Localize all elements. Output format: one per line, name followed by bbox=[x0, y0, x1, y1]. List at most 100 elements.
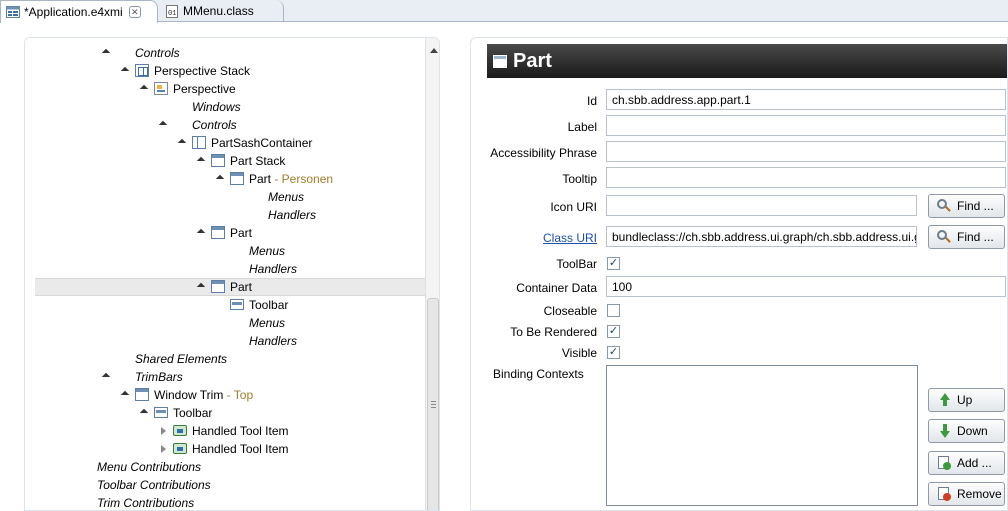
toolbar-checkbox[interactable]: ✓ bbox=[607, 257, 620, 270]
toolbar-icon bbox=[154, 407, 168, 418]
perspective-stack-icon bbox=[135, 64, 149, 77]
tree-row[interactable]: Handlers bbox=[25, 260, 425, 278]
close-icon[interactable]: ✕ bbox=[128, 6, 141, 18]
closeable-checkbox[interactable] bbox=[607, 304, 620, 317]
accessibility-field[interactable] bbox=[606, 141, 1006, 162]
label-label: Label bbox=[567, 120, 597, 134]
expand-twisty-icon[interactable] bbox=[141, 409, 149, 417]
tab-mmenu-class[interactable]: 01 MMenu.class bbox=[160, 0, 284, 22]
toolbar-icon bbox=[230, 299, 244, 310]
tree-row[interactable]: Part - Personen bbox=[25, 170, 425, 188]
find-class-button[interactable]: Find ... bbox=[928, 225, 1005, 249]
id-field[interactable]: ch.sbb.address.app.part.1 bbox=[606, 89, 1006, 110]
tree-row[interactable]: Window Trim - Top bbox=[25, 386, 425, 404]
binding-contexts-label: Binding Contexts bbox=[493, 367, 584, 381]
add-button[interactable]: Add ... bbox=[928, 451, 1005, 475]
tree-row[interactable]: Controls bbox=[25, 116, 425, 134]
page-title: Part bbox=[513, 49, 552, 72]
expand-twisty-icon[interactable] bbox=[160, 121, 168, 129]
grip-icon bbox=[431, 401, 436, 408]
tree-row[interactable]: Perspective bbox=[25, 80, 425, 98]
to-be-rendered-checkbox[interactable]: ✓ bbox=[607, 325, 620, 338]
expand-twisty-icon[interactable] bbox=[198, 229, 206, 237]
perspective-icon bbox=[154, 82, 168, 95]
part-icon bbox=[230, 172, 244, 185]
container-data-field[interactable]: 100 bbox=[606, 276, 1006, 297]
part-icon bbox=[211, 280, 225, 293]
collapse-twisty-icon[interactable] bbox=[160, 427, 168, 435]
find-icon-button[interactable]: Find ... bbox=[928, 194, 1005, 218]
tooltip-field[interactable] bbox=[606, 167, 1006, 188]
closeable-label: Closeable bbox=[543, 304, 597, 318]
tab-application-e4xmi[interactable]: *Application.e4xmi ✕ bbox=[0, 0, 158, 23]
tree-row[interactable]: Windows bbox=[25, 98, 425, 116]
up-button[interactable]: Up bbox=[928, 388, 1005, 412]
tree-row[interactable]: Handled Tool Item bbox=[25, 422, 425, 440]
id-label: Id bbox=[586, 94, 597, 108]
class-uri-field[interactable]: bundleclass://ch.sbb.address.ui.graph/ch… bbox=[606, 226, 917, 247]
remove-button[interactable]: Remove bbox=[928, 482, 1005, 506]
scroll-up-arrow-icon[interactable] bbox=[430, 48, 438, 53]
tree-row[interactable]: Toolbar bbox=[25, 404, 425, 422]
expand-twisty-icon[interactable] bbox=[141, 85, 149, 93]
tree-row[interactable]: Menu Contributions bbox=[25, 458, 425, 476]
tree-row[interactable]: Controls bbox=[25, 44, 425, 62]
expand-twisty-icon[interactable] bbox=[217, 175, 225, 183]
tree-row[interactable]: Part Stack bbox=[25, 152, 425, 170]
part-icon bbox=[493, 54, 507, 68]
trim-side-suffix: - Top bbox=[223, 388, 254, 402]
expand-twisty-icon[interactable] bbox=[103, 49, 111, 57]
handled-tool-item-icon bbox=[173, 443, 187, 454]
to-be-rendered-label: To Be Rendered bbox=[510, 325, 597, 339]
tree-row[interactable]: Menus bbox=[25, 242, 425, 260]
toolbar-label: ToolBar bbox=[556, 257, 597, 271]
expand-twisty-icon[interactable] bbox=[122, 67, 130, 75]
tree-row-selected[interactable]: Part bbox=[35, 278, 425, 296]
e4xmi-file-icon bbox=[6, 6, 20, 18]
tab-label: MMenu.class bbox=[183, 4, 254, 18]
expand-twisty-icon[interactable] bbox=[179, 139, 187, 147]
tree-row[interactable]: Toolbar Contributions bbox=[25, 476, 425, 494]
tooltip-label: Tooltip bbox=[562, 172, 597, 186]
icon-uri-label: Icon URI bbox=[550, 200, 597, 214]
binding-contexts-list[interactable] bbox=[606, 365, 918, 506]
scrollbar-thumb[interactable] bbox=[427, 298, 439, 510]
class-uri-link[interactable]: Class URI bbox=[471, 231, 597, 245]
handled-tool-item-icon bbox=[173, 425, 187, 436]
expand-twisty-icon[interactable] bbox=[103, 373, 111, 381]
tree-row[interactable]: Part bbox=[25, 224, 425, 242]
search-icon bbox=[937, 199, 951, 213]
part-stack-icon bbox=[211, 154, 225, 167]
model-tree: Controls Perspective Stack Perspective W… bbox=[25, 38, 425, 510]
tree-row[interactable]: Handlers bbox=[25, 332, 425, 350]
down-button[interactable]: Down bbox=[928, 419, 1005, 443]
tab-label: *Application.e4xmi bbox=[24, 5, 123, 19]
tree-row[interactable]: Handled Tool Item bbox=[25, 440, 425, 458]
tree-scrollbar[interactable] bbox=[425, 38, 439, 510]
label-field[interactable] bbox=[606, 115, 1006, 136]
tree-row[interactable]: Toolbar bbox=[25, 296, 425, 314]
search-icon bbox=[937, 230, 951, 244]
tree-row[interactable]: Handlers bbox=[25, 206, 425, 224]
tree-row[interactable]: TrimBars bbox=[25, 368, 425, 386]
accessibility-label: Accessibility Phrase bbox=[490, 146, 597, 160]
part-icon bbox=[211, 226, 225, 239]
visible-checkbox[interactable]: ✓ bbox=[607, 346, 620, 359]
tree-row[interactable]: Menus bbox=[25, 188, 425, 206]
expand-twisty-icon[interactable] bbox=[122, 391, 130, 399]
tree-row[interactable]: Menus bbox=[25, 314, 425, 332]
icon-uri-field[interactable] bbox=[606, 195, 917, 216]
tree-row[interactable]: Perspective Stack bbox=[25, 62, 425, 80]
expand-twisty-icon[interactable] bbox=[198, 283, 206, 291]
part-editor-panel: Part Id ch.sbb.address.app.part.1 Label … bbox=[470, 37, 1008, 511]
remove-icon bbox=[937, 487, 951, 501]
tree-row[interactable]: PartSashContainer bbox=[25, 134, 425, 152]
expand-twisty-icon[interactable] bbox=[198, 157, 206, 165]
tree-row[interactable]: Trim Contributions bbox=[25, 494, 425, 510]
part-id-suffix: - Personen bbox=[271, 172, 334, 186]
arrow-down-icon bbox=[937, 424, 951, 438]
collapse-twisty-icon[interactable] bbox=[160, 445, 168, 453]
arrow-up-icon bbox=[937, 393, 951, 407]
model-tree-panel: Controls Perspective Stack Perspective W… bbox=[24, 37, 440, 511]
tree-row[interactable]: Shared Elements bbox=[25, 350, 425, 368]
